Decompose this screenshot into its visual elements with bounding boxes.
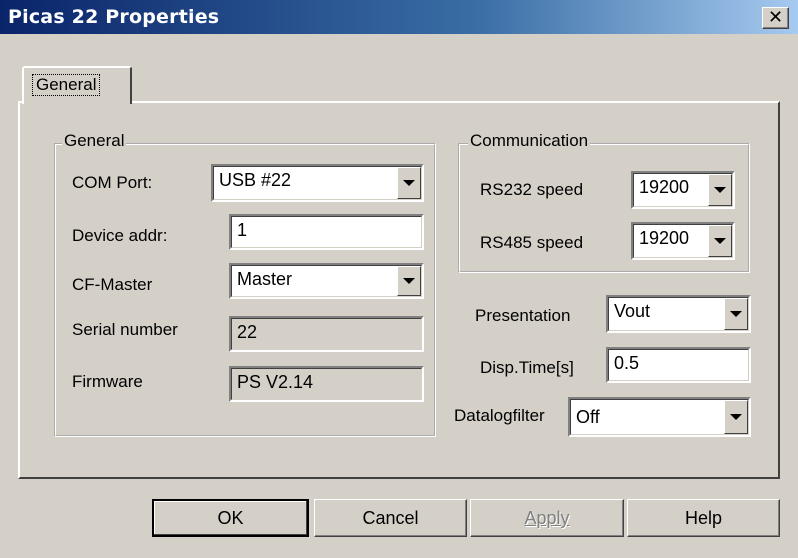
properties-dialog: Picas 22 Properties ✕ General General CO… bbox=[0, 0, 798, 558]
help-button[interactable]: Help bbox=[627, 499, 780, 537]
datalogfilter-dropdown-icon[interactable] bbox=[724, 400, 748, 434]
title-bar[interactable]: Picas 22 Properties ✕ bbox=[0, 0, 798, 34]
disp-time-value: 0.5 bbox=[614, 353, 640, 373]
apply-label: Apply bbox=[524, 508, 570, 528]
rs485-dropdown-icon[interactable] bbox=[708, 225, 732, 257]
rs232-speed-select[interactable]: 19200 bbox=[631, 171, 735, 209]
serial-number-label: Serial number bbox=[72, 320, 178, 339]
presentation-select[interactable]: Vout bbox=[606, 295, 751, 333]
rs232-speed-label: RS232 speed bbox=[480, 180, 584, 199]
tab-general[interactable]: General bbox=[22, 66, 132, 104]
ok-button[interactable]: OK bbox=[152, 499, 309, 537]
rs485-speed-select[interactable]: 19200 bbox=[631, 222, 735, 260]
presentation-dropdown-icon[interactable] bbox=[724, 298, 748, 330]
apply-button[interactable]: Apply bbox=[470, 499, 624, 537]
cf-master-dropdown-icon[interactable] bbox=[397, 266, 421, 296]
serial-number-value: 22 bbox=[237, 322, 258, 342]
cf-master-select[interactable]: Master bbox=[229, 263, 424, 299]
firmware-value: PS V2.14 bbox=[237, 372, 314, 392]
cf-master-value: Master bbox=[237, 269, 293, 289]
rs485-speed-value: 19200 bbox=[639, 228, 690, 248]
window-title: Picas 22 Properties bbox=[8, 6, 220, 28]
disp-time-input[interactable]: 0.5 bbox=[606, 347, 751, 383]
device-addr-label: Device addr: bbox=[72, 226, 168, 245]
datalogfilter-select[interactable]: Off bbox=[568, 397, 751, 437]
com-port-dropdown-icon[interactable] bbox=[397, 167, 421, 199]
com-port-value: USB #22 bbox=[219, 170, 292, 190]
general-group-title: General bbox=[62, 131, 127, 151]
communication-group-title: Communication bbox=[468, 131, 591, 151]
serial-number-field: 22 bbox=[229, 316, 424, 352]
tab-general-label: General bbox=[32, 74, 101, 96]
disp-time-label: Disp.Time[s] bbox=[480, 358, 574, 377]
device-addr-input[interactable]: 1 bbox=[229, 214, 424, 250]
firmware-field: PS V2.14 bbox=[229, 366, 424, 402]
firmware-label: Firmware bbox=[72, 372, 143, 391]
cancel-button[interactable]: Cancel bbox=[314, 499, 467, 537]
rs232-dropdown-icon[interactable] bbox=[708, 174, 732, 206]
close-button[interactable]: ✕ bbox=[762, 7, 789, 29]
close-icon: ✕ bbox=[767, 7, 784, 28]
rs485-speed-label: RS485 speed bbox=[480, 233, 584, 252]
com-port-select[interactable]: USB #22 bbox=[211, 164, 424, 202]
rs232-speed-value: 19200 bbox=[639, 177, 690, 197]
presentation-label: Presentation bbox=[475, 306, 571, 325]
device-addr-value: 1 bbox=[237, 220, 248, 240]
cf-master-label: CF-Master bbox=[72, 275, 153, 294]
datalogfilter-value: Off bbox=[576, 407, 600, 427]
com-port-label: COM Port: bbox=[72, 173, 153, 192]
presentation-value: Vout bbox=[614, 301, 651, 321]
datalogfilter-label: Datalogfilter bbox=[454, 406, 545, 425]
